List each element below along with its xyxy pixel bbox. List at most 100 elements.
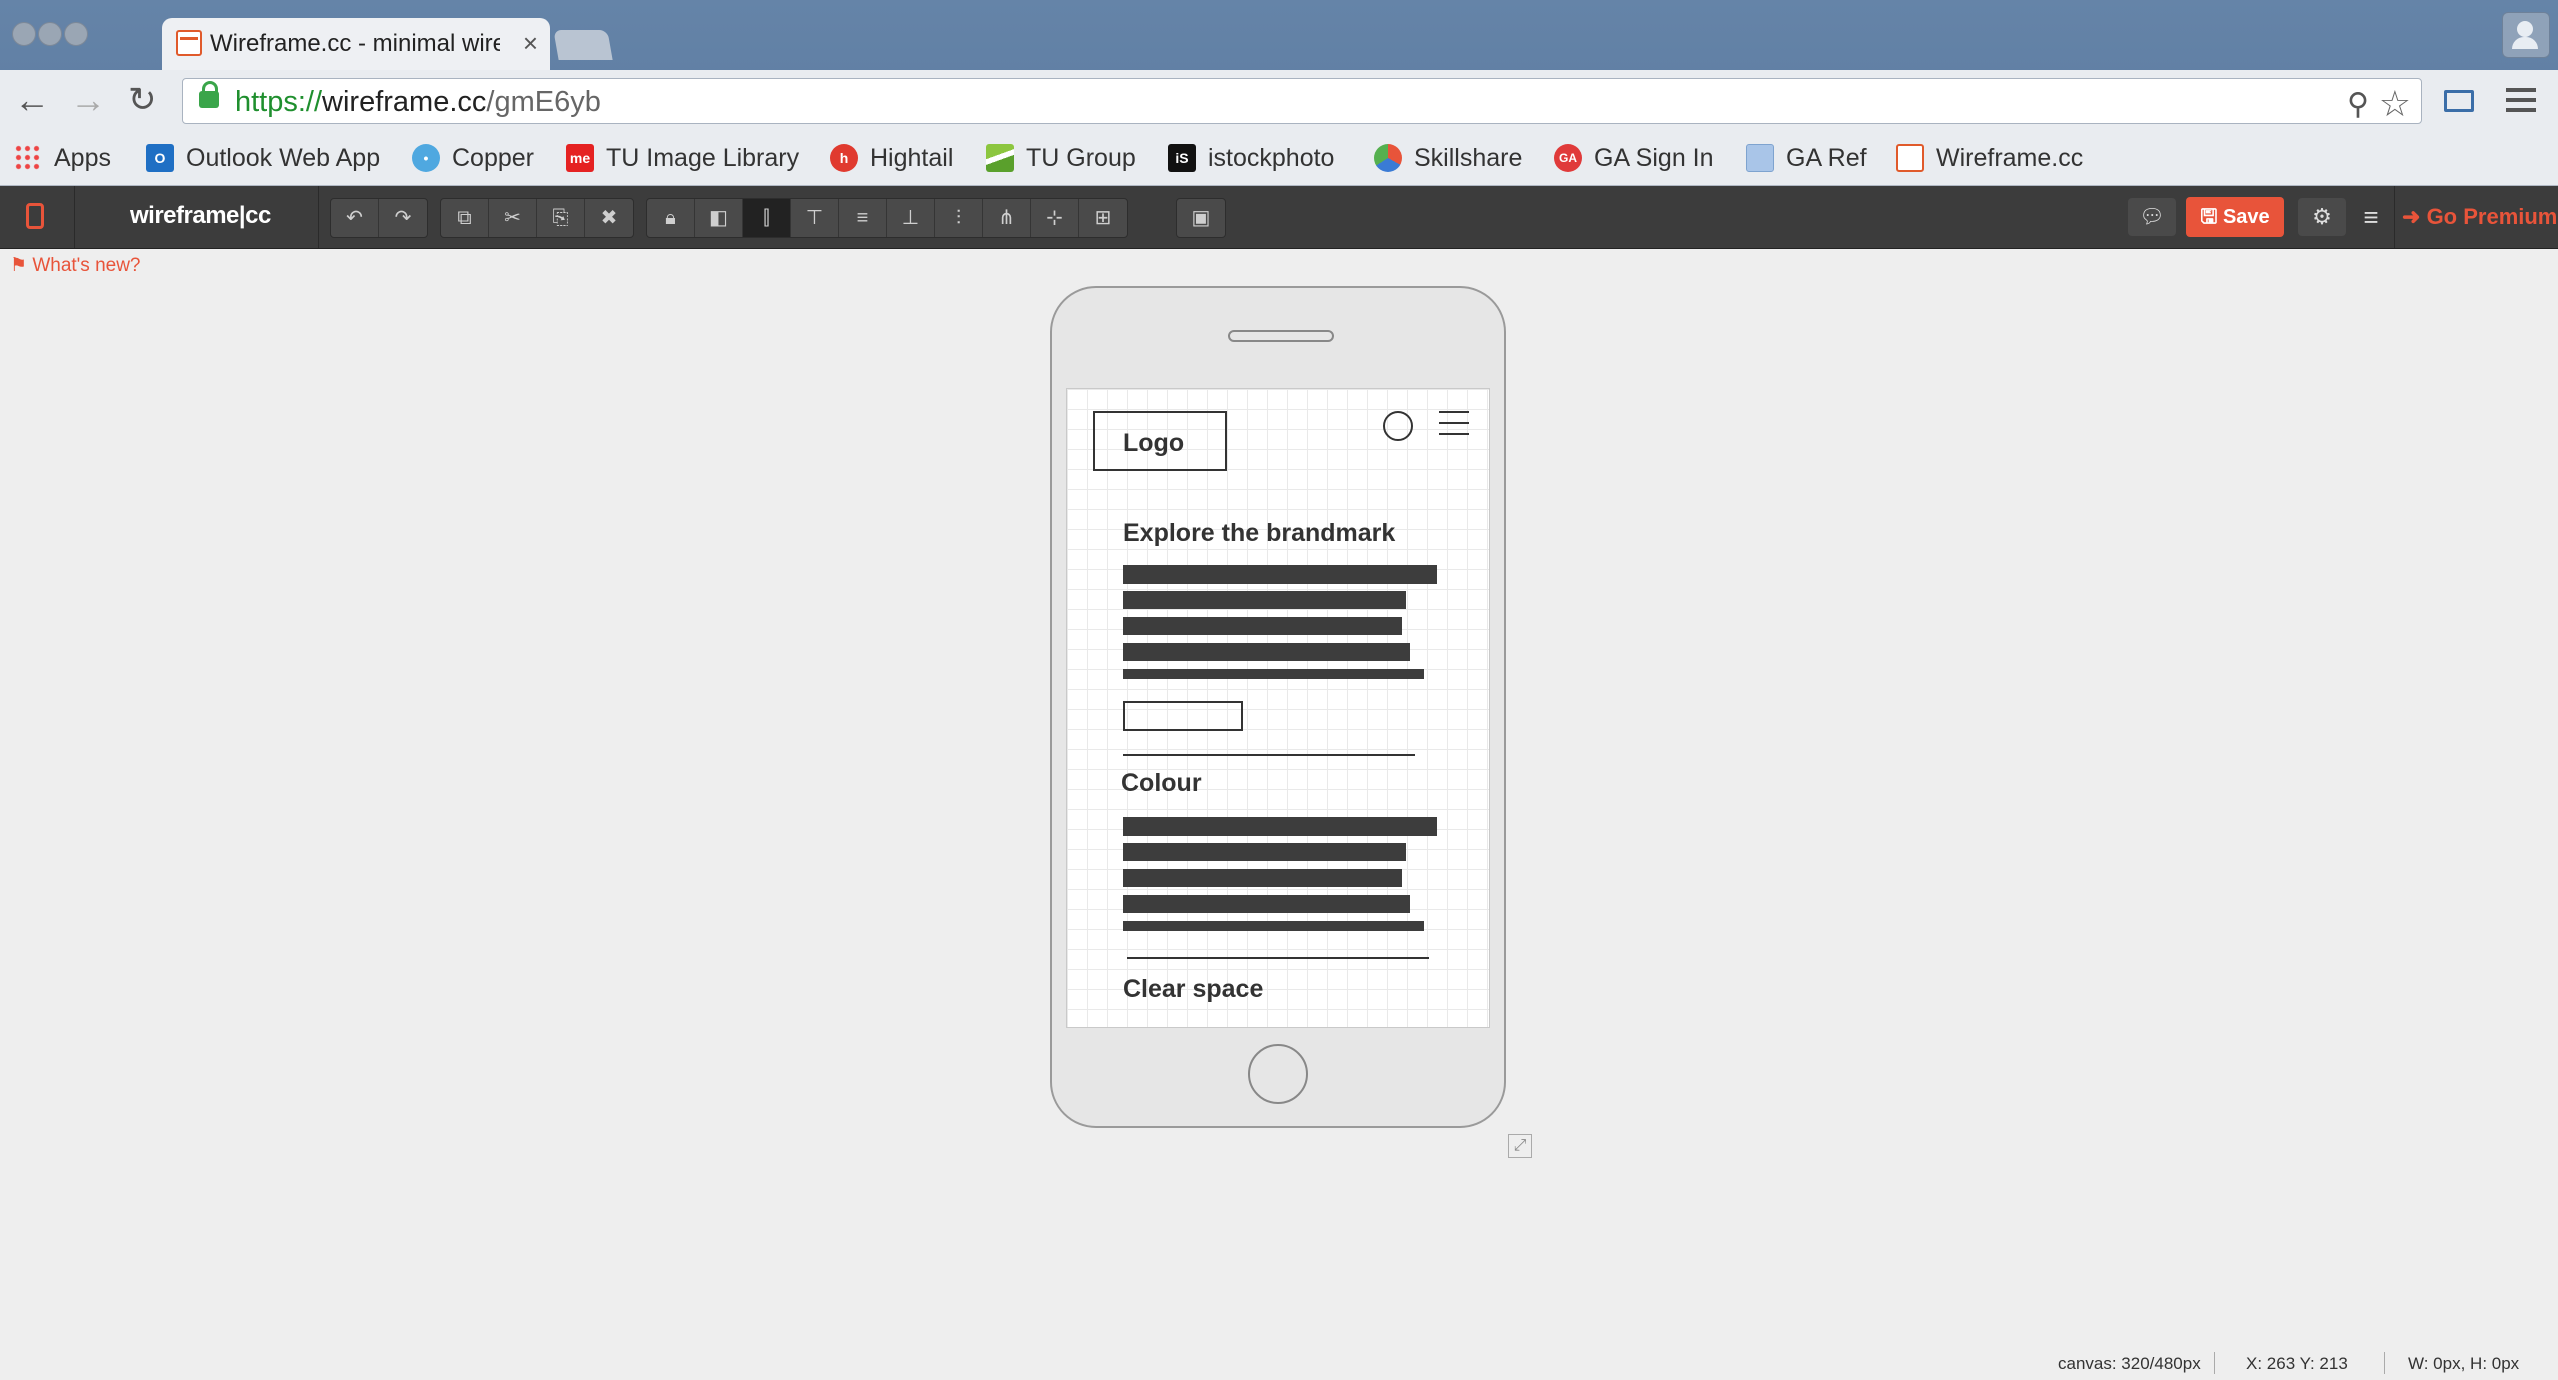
align-bottom-icon[interactable]: ⊥ <box>887 199 935 237</box>
url-scheme: https:// <box>235 86 323 118</box>
outlook-icon: O <box>146 144 174 172</box>
bookmarks-bar: Apps O Outlook Web App • Copper me TU Im… <box>0 132 2558 186</box>
align-right-icon[interactable]: ⫶ <box>935 199 983 237</box>
text-block[interactable] <box>1123 669 1424 679</box>
text-block[interactable] <box>1123 565 1437 584</box>
distribute-icon[interactable]: ⊞ <box>1079 199 1127 237</box>
tab-close-icon[interactable]: × <box>523 28 538 59</box>
go-premium-label: Go Premium <box>2426 204 2558 229</box>
settings-gear-icon[interactable]: ⚙ <box>2298 198 2346 236</box>
me-icon: me <box>566 144 594 172</box>
browser-menu-icon[interactable] <box>2506 88 2536 112</box>
text-block[interactable] <box>1123 895 1410 913</box>
search-circle-icon[interactable] <box>1383 411 1413 441</box>
align-horizontal-left-icon[interactable]: ≡ <box>839 199 887 237</box>
history-group: ↶ ↷ <box>330 198 428 238</box>
tab-strip: Wireframe.cc - minimal wire × <box>0 0 2558 72</box>
text-block[interactable] <box>1123 869 1402 887</box>
url-host: wireframe.cc <box>322 86 487 118</box>
hamburger-menu-icon[interactable] <box>1439 411 1469 439</box>
search-zoom-icon[interactable]: ⚲ <box>2347 87 2369 122</box>
app-logo: wireframe|cc <box>130 202 271 229</box>
bookmark-label: GA Sign In <box>1594 144 1714 172</box>
bookmark-label: GA Ref <box>1786 144 1867 172</box>
redo-icon[interactable]: ↷ <box>379 199 427 237</box>
edit-group: ⧉ ✂ ⎘ ✖ <box>440 198 634 238</box>
bookmark-label: Wireframe.cc <box>1936 144 2084 172</box>
group-elements-icon[interactable]: ▣ <box>1177 199 1225 237</box>
bookmark-label: istockphoto <box>1208 144 1335 172</box>
whats-new-link[interactable]: ⚑ What's new? <box>10 254 141 277</box>
arrange-icon[interactable]: ◧ <box>695 199 743 237</box>
url-text: https://wireframe.cc/gmE6yb <box>235 86 601 119</box>
wireframe-favicon-icon <box>1896 144 1924 172</box>
canvas-size-readout: canvas: 320/480px <box>2058 1354 2201 1373</box>
istock-icon: iS <box>1168 144 1196 172</box>
section-heading-brandmark[interactable]: Explore the brandmark <box>1123 519 1395 548</box>
arrow-right-icon: ➜ <box>2402 204 2421 229</box>
align-left-icon[interactable]: ⫿ <box>743 199 791 237</box>
bookmark-label: Hightail <box>870 144 954 172</box>
undo-icon[interactable]: ↶ <box>331 199 379 237</box>
folder-icon <box>1746 144 1774 172</box>
star-icon[interactable]: ☆ <box>2379 83 2411 125</box>
window-zoom-light[interactable] <box>64 22 88 46</box>
profile-icon[interactable] <box>2502 12 2550 58</box>
skillshare-icon <box>1374 144 1402 172</box>
tab-title: Wireframe.cc - minimal wire <box>210 30 500 57</box>
window-minimize-light[interactable] <box>38 22 62 46</box>
selection-size-readout: W: 0px, H: 0px <box>2408 1354 2520 1373</box>
cast-icon[interactable] <box>2444 90 2474 112</box>
divider-line[interactable] <box>1127 957 1429 959</box>
text-block[interactable] <box>1123 843 1406 861</box>
tab-wireframe[interactable]: Wireframe.cc - minimal wire × <box>162 18 550 72</box>
lock-icon <box>199 81 219 108</box>
device-switch-icon[interactable] <box>26 203 44 229</box>
text-block[interactable] <box>1123 643 1410 661</box>
group-tools: ▣ <box>1176 198 1226 238</box>
apps-grid-icon <box>14 144 42 172</box>
align-top-icon[interactable]: ⊤ <box>791 199 839 237</box>
new-tab-button[interactable] <box>553 30 613 60</box>
ga-icon: GA <box>1554 144 1582 172</box>
align-horizontal-center-icon[interactable]: ⊹ <box>1031 199 1079 237</box>
bookmark-label: TU Image Library <box>606 144 800 172</box>
copy-icon[interactable]: ⧉ <box>441 199 489 237</box>
flag-icon: ⚑ <box>10 255 28 276</box>
text-block[interactable] <box>1123 817 1437 836</box>
address-bar[interactable]: https://wireframe.cc/gmE6yb ⚲ ☆ <box>182 78 2422 124</box>
reload-icon[interactable]: ↻ <box>128 82 157 118</box>
wireframe-favicon-icon <box>176 30 202 56</box>
text-block[interactable] <box>1123 617 1402 635</box>
wireframe-button-box[interactable] <box>1123 701 1243 731</box>
go-premium-link[interactable]: ➜ Go Premium <box>2402 204 2557 230</box>
back-arrow-icon[interactable]: ← <box>14 82 50 118</box>
comment-button[interactable]: 💬︎ <box>2128 198 2176 236</box>
forward-arrow-icon[interactable]: → <box>70 82 106 118</box>
resize-handle-icon[interactable]: ⤢ <box>1508 1134 1532 1158</box>
list-menu-icon[interactable]: ≡ <box>2356 198 2386 236</box>
text-block[interactable] <box>1123 921 1424 931</box>
window-close-light[interactable] <box>12 22 36 46</box>
text-block[interactable] <box>1123 591 1406 609</box>
arrange-align-group: 🔒︎ ◧ ⫿ ⊤ ≡ ⊥ ⫶ ⋔ ⊹ ⊞ <box>646 198 1128 238</box>
save-icon: 🖫︎ <box>2200 206 2218 228</box>
save-label: Save <box>2222 206 2270 228</box>
browser-chrome: Wireframe.cc - minimal wire × ← → ↻ http… <box>0 0 2558 186</box>
section-heading-clear-space[interactable]: Clear space <box>1123 975 1263 1004</box>
divider-line[interactable] <box>1123 754 1415 756</box>
phone-home-button <box>1248 1044 1308 1104</box>
cursor-coords-readout: X: 263 Y: 213 <box>2246 1354 2348 1373</box>
wireframe-logo-box[interactable]: Logo <box>1093 411 1227 471</box>
delete-icon[interactable]: ✖ <box>585 199 633 237</box>
save-button[interactable]: 🖫︎ Save <box>2186 197 2284 237</box>
phone-frame: Logo Explore the brandmark Colour Clear … <box>1050 286 1506 1128</box>
lock-element-icon[interactable]: 🔒︎ <box>647 199 695 237</box>
section-heading-colour[interactable]: Colour <box>1121 769 1202 798</box>
phone-speaker <box>1228 330 1334 342</box>
align-vertical-center-icon[interactable]: ⋔ <box>983 199 1031 237</box>
wireframe-canvas[interactable]: Logo Explore the brandmark Colour Clear … <box>1066 388 1490 1028</box>
cut-icon[interactable]: ✂ <box>489 199 537 237</box>
paste-icon[interactable]: ⎘ <box>537 199 585 237</box>
bookmark-label: Apps <box>54 144 111 172</box>
